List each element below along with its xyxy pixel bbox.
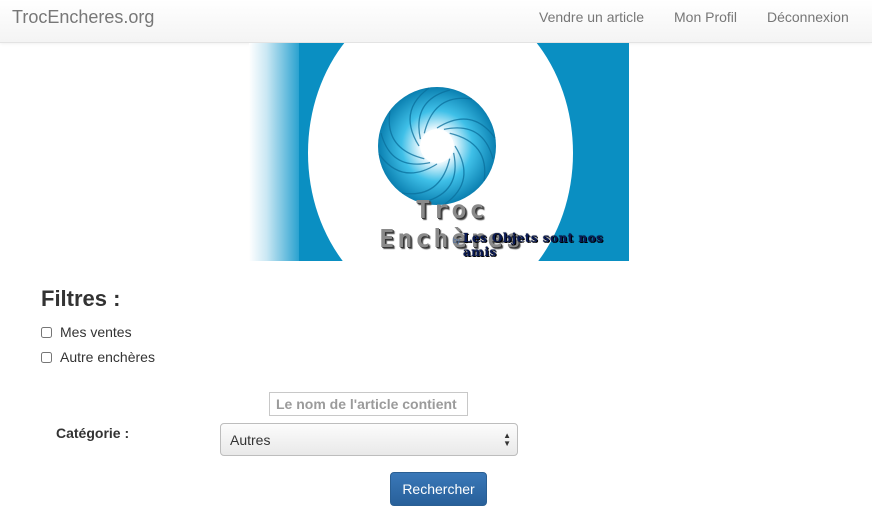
category-label: Catégorie : <box>56 425 130 441</box>
banner-logo-by: by <box>453 238 461 245</box>
banner-logo-tagline: Les Objets sont nos amis <box>463 231 604 259</box>
top-navbar: TrocEncheres.org Vendre un article Mon P… <box>0 0 872 43</box>
filters-heading: Filtres : <box>41 286 121 311</box>
brand-link[interactable]: TrocEncheres.org <box>12 7 154 28</box>
select-arrows-icon: ▲ ▼ <box>503 431 511 448</box>
filter-my-sales[interactable]: Mes ventes <box>41 323 132 341</box>
banner-fade <box>249 43 299 261</box>
nav-my-profile[interactable]: Mon Profil <box>674 9 737 25</box>
filter-other-auctions-label: Autre enchères <box>60 349 155 365</box>
filter-other-auctions[interactable]: Autre enchères <box>41 348 155 366</box>
filter-my-sales-checkbox[interactable] <box>41 326 52 338</box>
category-select[interactable]: Autres ▲ ▼ <box>220 423 518 456</box>
category-selected-value: Autres <box>230 432 271 448</box>
site-banner: Troc Enchères by Les Objets sont nos ami… <box>249 43 629 261</box>
nav-logout[interactable]: Déconnexion <box>767 9 849 25</box>
filter-other-auctions-checkbox[interactable] <box>41 351 52 363</box>
search-button[interactable]: Rechercher <box>390 472 487 506</box>
filter-my-sales-label: Mes ventes <box>60 324 132 340</box>
spiral-logo-icon <box>378 87 496 205</box>
nav-sell-article[interactable]: Vendre un article <box>539 9 644 25</box>
article-name-input[interactable] <box>269 392 468 416</box>
